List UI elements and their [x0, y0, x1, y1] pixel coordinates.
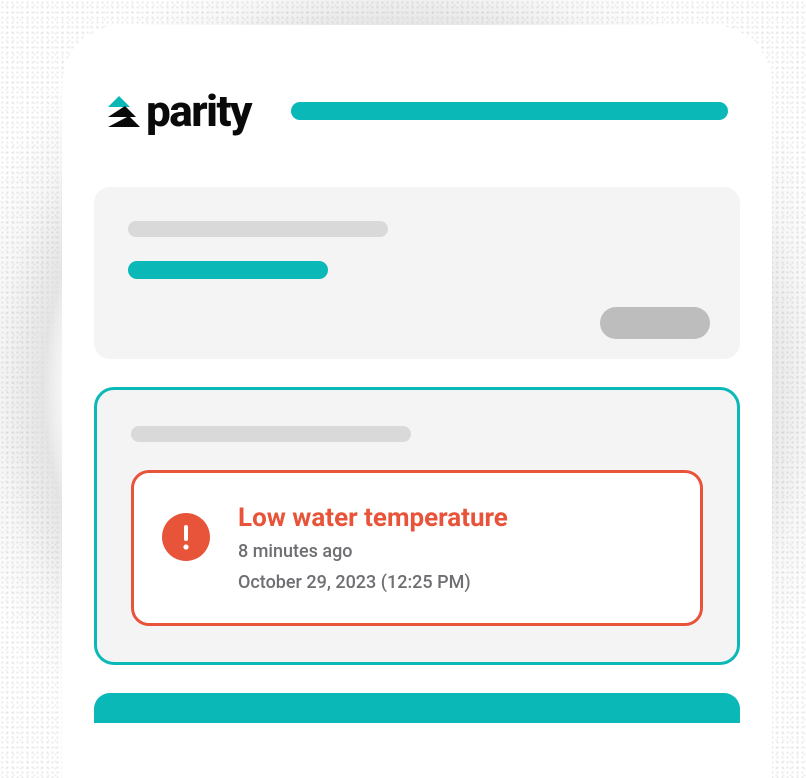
header-accent-bar [291, 102, 728, 120]
placeholder-action-pill[interactable] [600, 307, 710, 339]
brand-logo: parity [106, 85, 251, 137]
placeholder-line [131, 426, 411, 442]
brand-mark-icon [106, 93, 140, 129]
placeholder-accent-line [128, 261, 328, 279]
app-card: parity Low water temperature 8 mi [62, 25, 772, 778]
alert-title: Low water temperature [238, 503, 508, 533]
alert-card[interactable]: Low water temperature 8 minutes ago Octo… [131, 470, 703, 626]
alerts-panel: Low water temperature 8 minutes ago Octo… [94, 387, 740, 665]
alert-timestamp: October 29, 2023 (12:25 PM) [238, 572, 508, 593]
alert-exclamation-icon [162, 513, 210, 561]
brand-wordmark: parity [146, 85, 251, 137]
alert-relative-time: 8 minutes ago [238, 541, 508, 562]
header: parity [62, 85, 772, 137]
summary-panel-placeholder [94, 187, 740, 359]
next-panel-peek [94, 693, 740, 723]
alert-text-group: Low water temperature 8 minutes ago Octo… [238, 503, 508, 593]
placeholder-line [128, 221, 388, 237]
